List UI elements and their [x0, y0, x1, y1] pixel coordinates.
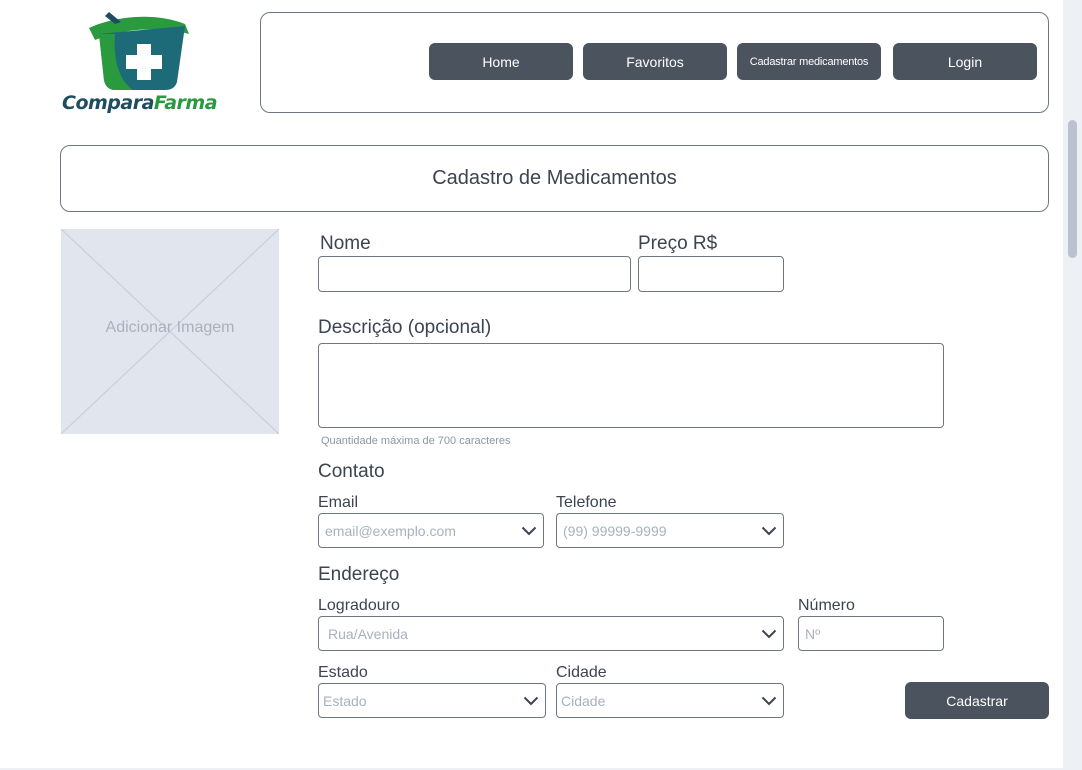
- page: ComparaFarma Home Favoritos Cadastrar me…: [0, 0, 1063, 770]
- chevron-down-icon: [521, 526, 537, 535]
- cadastrar-submit-button[interactable]: Cadastrar: [905, 682, 1049, 719]
- preco-label: Preço R$: [638, 233, 718, 254]
- nav-cadastrar-medicamentos-button[interactable]: Cadastrar medicamentos: [737, 43, 881, 80]
- logo-text: ComparaFarma: [62, 92, 218, 114]
- cidade-select[interactable]: Cidade: [556, 683, 784, 718]
- email-placeholder: email@exemplo.com: [325, 522, 456, 539]
- estado-select[interactable]: Estado: [318, 683, 546, 718]
- vertical-scrollbar[interactable]: [1063, 0, 1082, 770]
- title-panel: Cadastro de Medicamentos: [60, 145, 1049, 212]
- nome-input[interactable]: [318, 256, 631, 292]
- descricao-hint: Quantidade máxima de 700 caracteres: [321, 435, 511, 447]
- endereco-section-title: Endereço: [318, 564, 400, 585]
- nav-login-button[interactable]: Login: [893, 43, 1037, 80]
- nome-label: Nome: [320, 233, 371, 254]
- numero-label: Número: [798, 597, 855, 614]
- telefone-placeholder: (99) 99999-9999: [563, 522, 667, 539]
- descricao-label: Descrição (opcional): [318, 317, 492, 338]
- contato-section-title: Contato: [318, 461, 385, 482]
- telefone-label: Telefone: [556, 494, 617, 511]
- descricao-textarea[interactable]: [318, 343, 944, 428]
- basket-cross-logo-icon: [89, 12, 189, 90]
- logradouro-label: Logradouro: [318, 597, 400, 614]
- scrollbar-thumb[interactable]: [1068, 120, 1077, 258]
- cidade-label: Cidade: [556, 664, 607, 681]
- telefone-select[interactable]: (99) 99999-9999: [556, 513, 784, 548]
- preco-input[interactable]: [638, 256, 784, 292]
- numero-input[interactable]: [798, 616, 944, 651]
- email-label: Email: [318, 494, 359, 511]
- logradouro-select[interactable]: Rua/Avenida: [318, 616, 784, 651]
- chevron-down-icon: [761, 696, 777, 705]
- email-select[interactable]: email@exemplo.com: [318, 513, 544, 548]
- nav-favoritos-button[interactable]: Favoritos: [583, 43, 727, 80]
- top-nav: Home Favoritos Cadastrar medicamentos Lo…: [260, 12, 1049, 113]
- chevron-down-icon: [523, 696, 539, 705]
- add-image-placeholder[interactable]: Adicionar Imagem: [61, 229, 279, 434]
- logradouro-placeholder: Rua/Avenida: [328, 625, 408, 642]
- add-image-label: Adicionar Imagem: [105, 319, 235, 336]
- chevron-down-icon: [761, 629, 777, 638]
- chevron-down-icon: [761, 526, 777, 535]
- nav-home-button[interactable]: Home: [429, 43, 573, 80]
- page-title: Cadastro de Medicamentos: [432, 167, 677, 189]
- estado-placeholder: Estado: [323, 692, 367, 709]
- compara-farma-logo[interactable]: ComparaFarma: [60, 10, 220, 115]
- estado-label: Estado: [318, 664, 368, 681]
- cidade-placeholder: Cidade: [561, 692, 606, 709]
